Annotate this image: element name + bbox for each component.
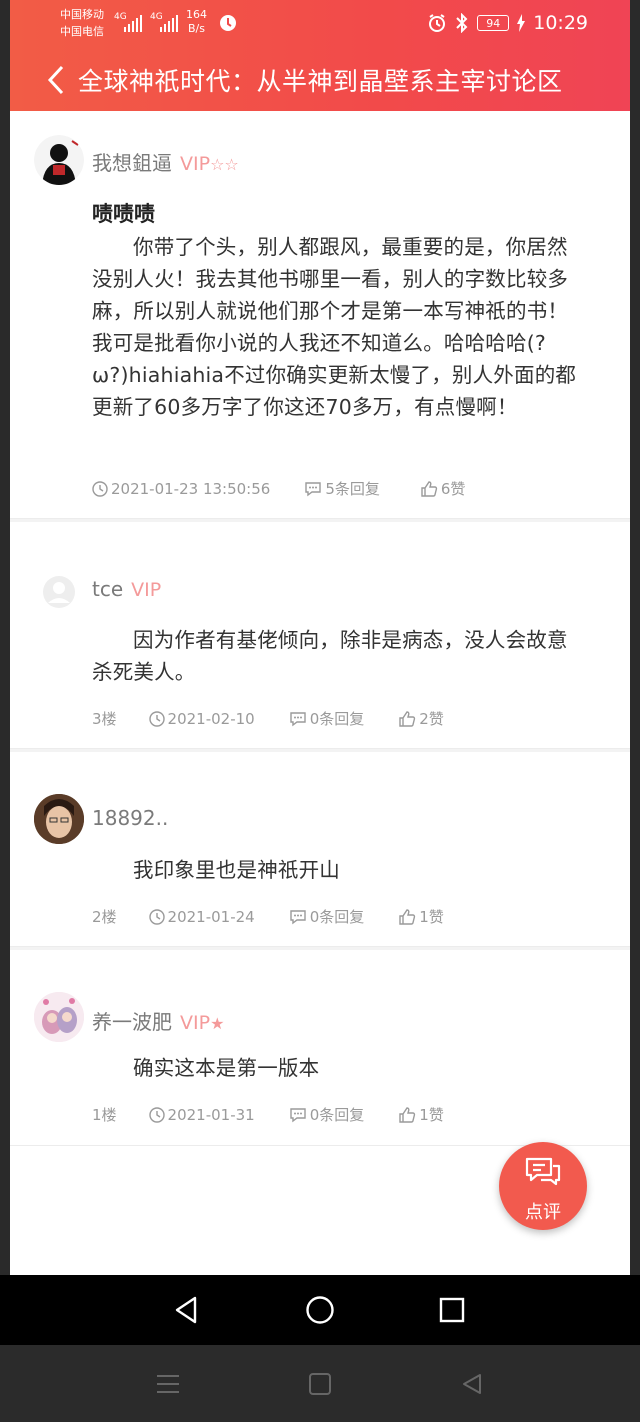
title-bar: 全球神祇时代：从半神到晶壁系主宰讨论区 — [10, 56, 630, 104]
reply-count[interactable]: 5条回复 — [304, 478, 380, 499]
thumbs-up-icon — [399, 710, 416, 727]
square-button[interactable] — [302, 1367, 338, 1401]
alarm-icon — [429, 14, 446, 32]
thumbs-up-icon — [399, 1106, 416, 1123]
signal-2-icon: 4G — [150, 12, 180, 32]
app-header: 中国移动 中国电信 4G 4G 164 B/s 94 10:29 全球神祇时代：… — [10, 0, 630, 111]
comment-icon — [290, 711, 306, 726]
vip-stars: ★ — [210, 1014, 225, 1033]
status-right: 94 10:29 — [427, 12, 588, 34]
floor-number: 1楼 — [92, 1106, 117, 1124]
signal-1-icon: 4G — [114, 12, 144, 32]
battery-icon: 94 — [477, 15, 510, 31]
comment-icon — [290, 909, 306, 924]
menu-lines-icon — [157, 1375, 179, 1393]
like-button[interactable]: 1赞 — [398, 1104, 444, 1125]
comment-icon — [305, 481, 322, 496]
vip-badge: VIP — [180, 153, 211, 175]
back-triangle-icon — [175, 1296, 197, 1324]
clock-icon — [148, 1106, 165, 1123]
comment-icon — [290, 1107, 306, 1122]
secondary-back-button[interactable] — [454, 1367, 490, 1401]
comment-item: tce VIP 因为作者有基佬倾向，除非是病态，没人会故意杀死美人。 3楼 202… — [10, 522, 630, 749]
comment-item: 养一波肥 VIP★ 确实这本是第一版本 1楼 2021-01-31 0条回复 1赞 — [10, 950, 630, 1146]
reply-count[interactable]: 0条回复 — [289, 1104, 364, 1125]
comment-body: 你带了个头，别人都跟风，最重要的是，你居然没别人火！我去其他书哪里一看，别人的字… — [92, 235, 577, 419]
like-button[interactable]: 6赞 — [420, 478, 465, 499]
comment-title: 啧啧啧 — [92, 202, 155, 226]
square-outline-icon — [309, 1373, 331, 1395]
floor-number: 3楼 — [92, 710, 117, 728]
notification-icon — [219, 14, 237, 36]
comment-date: 2021-01-23 13:50:56 — [92, 480, 270, 498]
vip-badge: VIP — [131, 579, 162, 601]
carrier-1: 中国移动 — [60, 8, 104, 21]
thumbs-up-icon — [421, 480, 438, 497]
reply-count[interactable]: 0条回复 — [289, 906, 364, 927]
vip-badge: VIP — [180, 1012, 211, 1034]
back-triangle-outline-icon — [463, 1374, 481, 1394]
avatar[interactable] — [34, 135, 84, 185]
vip-stars: ☆☆ — [210, 155, 239, 174]
charging-icon — [517, 14, 526, 32]
bluetooth-icon — [456, 13, 468, 33]
system-nav-bar — [0, 1275, 640, 1345]
like-button[interactable]: 2赞 — [398, 708, 444, 729]
comment-date: 2021-01-24 — [148, 908, 255, 926]
avatar[interactable] — [34, 567, 84, 617]
secondary-nav-bar — [0, 1345, 640, 1422]
clock-icon — [148, 710, 165, 727]
reply-count[interactable]: 0条回复 — [289, 708, 364, 729]
carrier-2: 中国电信 — [60, 25, 104, 38]
clock-icon — [92, 480, 108, 497]
nav-home-button[interactable] — [300, 1292, 340, 1328]
status-bar: 中国移动 中国电信 4G 4G 164 B/s 94 10:29 — [10, 0, 630, 46]
username[interactable]: 养一波肥 VIP★ — [92, 1006, 224, 1035]
comment-meta: 2021-01-23 13:50:56 5条回复 6赞 — [92, 478, 465, 499]
comment-bubbles-icon — [525, 1157, 561, 1186]
nav-recents-button[interactable] — [432, 1292, 472, 1328]
comment-body: 我印象里也是神祇开山 — [133, 858, 340, 882]
clock: 10:29 — [533, 12, 588, 34]
chevron-left-icon — [47, 65, 64, 95]
avatar[interactable] — [34, 794, 84, 844]
comment-date: 2021-02-10 — [148, 710, 255, 728]
comment-date: 2021-01-31 — [148, 1106, 255, 1124]
page-title: 全球神祇时代：从半神到晶壁系主宰讨论区 — [78, 67, 563, 96]
home-circle-icon — [306, 1296, 334, 1324]
clock-icon — [148, 908, 165, 925]
menu-button[interactable] — [150, 1367, 186, 1401]
comment-meta: 1楼 2021-01-31 0条回复 1赞 — [92, 1104, 444, 1125]
fab-label: 点评 — [525, 1202, 561, 1223]
username[interactable]: 我想鉏逼 VIP☆☆ — [92, 147, 239, 176]
username[interactable]: tce VIP — [92, 577, 161, 601]
avatar[interactable] — [34, 992, 84, 1042]
review-fab-button[interactable]: 点评 — [499, 1142, 587, 1230]
floor-number: 2楼 — [92, 908, 117, 926]
screen: 中国移动 中国电信 4G 4G 164 B/s 94 10:29 全球神祇时代：… — [10, 0, 630, 1275]
comment-body: 确实这本是第一版本 — [133, 1056, 320, 1080]
comment-item: 我想鉏逼 VIP☆☆ 啧啧啧 你带了个头，别人都跟风，最重要的是，你居然没别人火！… — [10, 111, 630, 519]
comment-item: 18892.. 我印象里也是神祇开山 2楼 2021-01-24 0条回复 1赞 — [10, 752, 630, 947]
like-button[interactable]: 1赞 — [398, 906, 444, 927]
comment-meta: 3楼 2021-02-10 0条回复 2赞 — [92, 708, 444, 729]
recents-square-icon — [439, 1297, 465, 1323]
username[interactable]: 18892.. — [92, 806, 168, 830]
nav-back-button[interactable] — [166, 1292, 206, 1328]
net-speed: 164 B/s — [186, 8, 207, 35]
back-button[interactable] — [36, 60, 76, 100]
thumbs-up-icon — [399, 908, 416, 925]
comment-body: 因为作者有基佬倾向，除非是病态，没人会故意杀死美人。 — [92, 628, 568, 684]
comment-meta: 2楼 2021-01-24 0条回复 1赞 — [92, 906, 444, 927]
